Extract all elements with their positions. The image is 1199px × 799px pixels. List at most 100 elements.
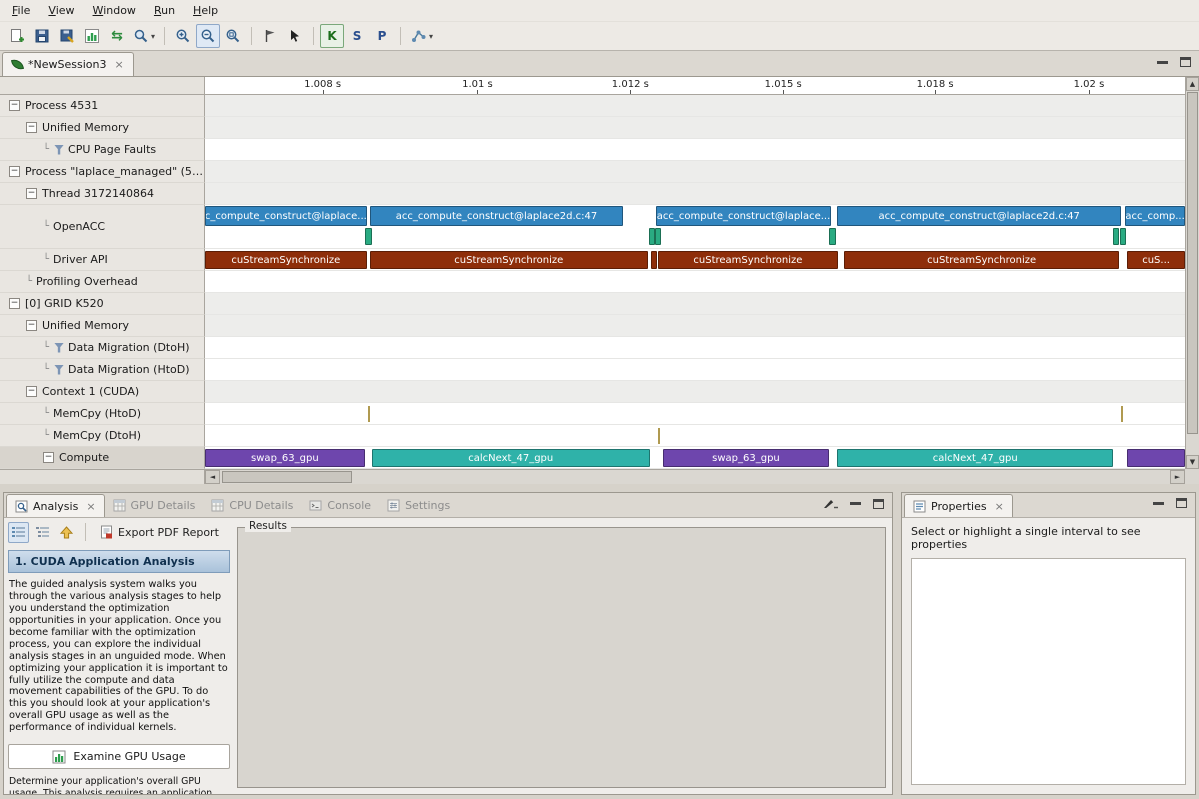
timeline-interval[interactable]: acc_compute_construct@laplace2d.c:47 — [837, 206, 1121, 226]
timeline-interval[interactable]: swap_63_gpu — [205, 449, 365, 467]
menu-window[interactable]: Window — [85, 2, 144, 19]
flag-marker-button[interactable] — [258, 24, 282, 48]
tree-item-openacc[interactable]: └OpenACC — [0, 205, 205, 249]
search-settings-button[interactable]: ▾ — [130, 24, 158, 48]
timeline-interval[interactable] — [651, 251, 657, 269]
tree-item-unified-memory-gpu[interactable]: −Unified Memory — [0, 315, 205, 337]
panel-sash[interactable] — [0, 484, 1199, 492]
timeline-interval[interactable]: acc_compute_construct@laplace... — [656, 206, 831, 226]
tree-item-context-1-cuda[interactable]: −Context 1 (CUDA) — [0, 381, 205, 403]
filter-icon[interactable] — [54, 365, 64, 375]
stream-view-toggle-button[interactable]: S — [345, 24, 369, 48]
maximize-icon[interactable] — [1176, 498, 1187, 508]
timeline-interval[interactable] — [1127, 449, 1185, 467]
zoom-in-button[interactable] — [171, 24, 195, 48]
tree-item-profiling-overhead[interactable]: └Profiling Overhead — [0, 271, 205, 293]
timeline-ruler[interactable]: 1.008 s1.01 s1.012 s1.015 s1.018 s1.02 s — [205, 77, 1185, 95]
timeline-interval[interactable] — [655, 228, 661, 245]
tree-item-memcpy-dtoh[interactable]: └MemCpy (DtoH) — [0, 425, 205, 447]
selection-pointer-button[interactable] — [283, 24, 307, 48]
timeline-interval[interactable] — [1120, 228, 1126, 245]
minimize-icon[interactable] — [850, 502, 861, 505]
scroll-left-button[interactable]: ◄ — [205, 470, 220, 484]
tree-item-memcpy-htod[interactable]: └MemCpy (HtoD) — [0, 403, 205, 425]
timeline-interval[interactable]: cuS... — [1127, 251, 1185, 269]
tab-properties[interactable]: Properties × — [904, 494, 1013, 517]
collapse-toggle-icon[interactable]: − — [26, 122, 37, 133]
examine-gpu-usage-button[interactable]: Examine GPU Usage — [8, 744, 230, 769]
timeline-interval[interactable] — [1113, 228, 1119, 245]
maximize-icon[interactable] — [1180, 57, 1191, 67]
close-icon[interactable]: × — [114, 58, 123, 71]
tree-item-grid-k520[interactable]: −[0] GRID K520 — [0, 293, 205, 315]
timeline-mark[interactable] — [658, 428, 660, 444]
tree-item-data-migration-htod[interactable]: └Data Migration (HtoD) — [0, 359, 205, 381]
close-icon[interactable]: × — [86, 500, 95, 513]
panel-menu-icon[interactable] — [823, 498, 838, 509]
save-as-button[interactable] — [55, 24, 79, 48]
timeline-interval[interactable]: c_compute_construct@laplace... — [205, 206, 367, 226]
kernel-view-toggle-button[interactable]: K — [320, 24, 344, 48]
timeline-interval[interactable]: calcNext_47_gpu — [837, 449, 1113, 467]
tree-item-compute[interactable]: −Compute — [0, 447, 205, 469]
tab-gpu-details[interactable]: GPU Details — [105, 494, 204, 517]
timeline-mark[interactable] — [368, 406, 370, 422]
export-pdf-report-button[interactable]: Export PDF Report — [94, 521, 225, 543]
menu-help[interactable]: Help — [185, 2, 226, 19]
tree-item-unified-memory-cpu[interactable]: −Unified Memory — [0, 117, 205, 139]
menu-run[interactable]: Run — [146, 2, 183, 19]
scroll-right-button[interactable]: ► — [1170, 470, 1185, 484]
collapse-toggle-icon[interactable]: − — [26, 320, 37, 331]
timeline-interval[interactable] — [365, 228, 372, 245]
collapse-toggle-icon[interactable]: − — [9, 166, 20, 177]
process-view-toggle-button[interactable]: P — [370, 24, 394, 48]
tab-analysis[interactable]: Analysis × — [6, 494, 105, 517]
timeline-interval[interactable]: swap_63_gpu — [663, 449, 830, 467]
zoom-fit-button[interactable] — [221, 24, 245, 48]
collapse-toggle-icon[interactable]: − — [26, 386, 37, 397]
tree-item-process-4531[interactable]: −Process 4531 — [0, 95, 205, 117]
tree-item-data-migration-dtoh[interactable]: └Data Migration (DtoH) — [0, 337, 205, 359]
timeline-mark[interactable] — [1121, 406, 1123, 422]
timeline-interval[interactable] — [649, 228, 655, 245]
tab-settings[interactable]: Settings — [379, 494, 458, 517]
filter-icon[interactable] — [54, 145, 64, 155]
timeline-interval[interactable]: acc_compute_construct@laplace2d.c:47 — [370, 206, 624, 226]
menu-file[interactable]: File — [4, 2, 38, 19]
collapse-toggle-icon[interactable]: − — [9, 298, 20, 309]
tree-item-thread-3172140864[interactable]: −Thread 3172140864 — [0, 183, 205, 205]
horizontal-scrollbar[interactable]: ◄ ► — [205, 469, 1185, 484]
timeline-interval[interactable]: cuStreamSynchronize — [844, 251, 1119, 269]
tree-item-driver-api[interactable]: └Driver API — [0, 249, 205, 271]
timeline-interval[interactable]: acc_comp... — [1125, 206, 1185, 226]
save-button[interactable] — [30, 24, 54, 48]
unguided-analysis-mode-button[interactable] — [32, 522, 53, 543]
session-tab[interactable]: *NewSession3 × — [2, 52, 134, 76]
zoom-out-button[interactable] — [196, 24, 220, 48]
compare-sessions-button[interactable]: ⇆ — [105, 24, 129, 48]
menu-view[interactable]: View — [40, 2, 82, 19]
timeline-interval[interactable] — [829, 228, 836, 245]
minimize-icon[interactable] — [1153, 502, 1164, 505]
scrollbar-thumb[interactable] — [222, 471, 352, 483]
gpu-usage-button[interactable] — [80, 24, 104, 48]
timeline-interval[interactable]: cuStreamSynchronize — [370, 251, 648, 269]
timeline-interval[interactable]: cuStreamSynchronize — [658, 251, 838, 269]
scrollbar-track[interactable] — [1186, 91, 1199, 455]
tree-item-cpu-page-faults[interactable]: └CPU Page Faults — [0, 139, 205, 161]
tree-item-process-laplace[interactable]: −Process "laplace_managed" (538) — [0, 161, 205, 183]
scrollbar-thumb[interactable] — [1187, 92, 1198, 434]
collapse-toggle-icon[interactable]: − — [9, 100, 20, 111]
minimize-icon[interactable] — [1157, 61, 1168, 64]
guided-analysis-mode-button[interactable] — [8, 522, 29, 543]
collapse-toggle-icon[interactable]: − — [43, 452, 54, 463]
collapse-toggle-icon[interactable]: − — [26, 188, 37, 199]
vertical-scrollbar[interactable]: ▲ ▼ — [1185, 77, 1199, 469]
scroll-up-button[interactable]: ▲ — [1186, 77, 1199, 91]
scrollbar-track[interactable] — [220, 470, 1170, 484]
timeline-interval[interactable]: calcNext_47_gpu — [372, 449, 650, 467]
timeline-interval[interactable]: cuStreamSynchronize — [205, 251, 367, 269]
close-icon[interactable]: × — [995, 500, 1004, 513]
tab-console[interactable]: Console — [301, 494, 379, 517]
filter-icon[interactable] — [54, 343, 64, 353]
